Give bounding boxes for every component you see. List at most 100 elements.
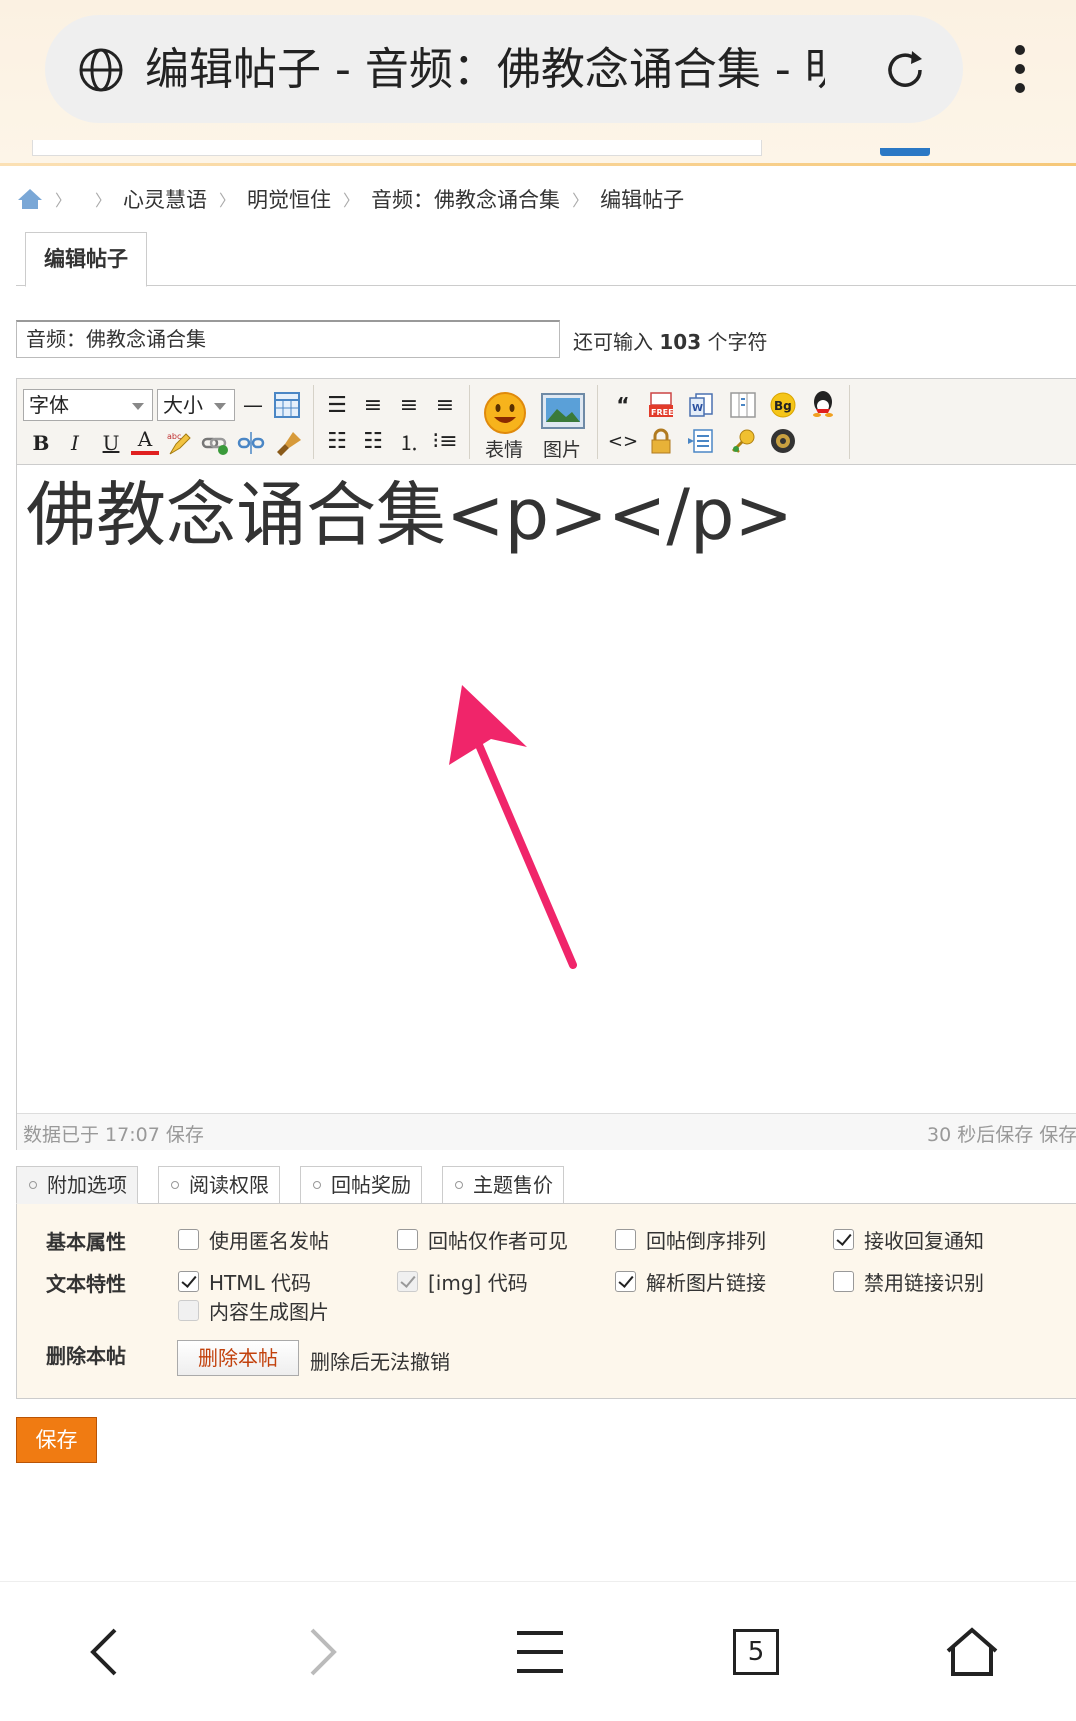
back-button[interactable] xyxy=(55,1602,155,1702)
parse-links-checkbox[interactable]: 解析图片链接 xyxy=(615,1267,766,1296)
tab-label: 阅读权限 xyxy=(189,1173,269,1197)
breadcrumb: 〉 〉 心灵慧语 〉 明觉恒住 〉 音频：佛教念诵合集 〉 编辑帖子 xyxy=(17,184,684,214)
more-menu-icon[interactable] xyxy=(1010,45,1030,95)
word-paste-icon[interactable]: W xyxy=(687,391,715,419)
smiley-icon[interactable] xyxy=(483,391,527,435)
editor-content-text[interactable]: 佛教念诵合集<p></p> xyxy=(26,473,793,557)
reverse-order-checkbox[interactable]: 回帖倒序排列 xyxy=(615,1225,766,1254)
align-right-icon[interactable]: ≡ xyxy=(431,391,459,419)
author-only-checkbox[interactable]: 回帖仅作者可见 xyxy=(397,1225,568,1254)
font-family-label: 字体 xyxy=(29,393,69,417)
delete-post-button[interactable]: 删除本帖 xyxy=(177,1340,299,1376)
generate-image-checkbox: 内容生成图片 xyxy=(178,1296,329,1325)
quote-icon[interactable]: “ xyxy=(609,391,637,419)
checkbox-box[interactable] xyxy=(178,1229,199,1250)
breadcrumb-item[interactable]: 编辑帖子 xyxy=(600,184,684,214)
checkbox-box[interactable] xyxy=(833,1229,854,1250)
image-icon[interactable] xyxy=(541,393,585,429)
html-code-checkbox[interactable]: HTML 代码 xyxy=(178,1267,311,1296)
clear-format-icon[interactable] xyxy=(275,429,303,457)
lock-icon[interactable] xyxy=(647,427,675,455)
tab-label: 主题售价 xyxy=(473,1173,553,1197)
columns-icon[interactable] xyxy=(729,391,757,419)
font-family-select[interactable]: 字体 xyxy=(23,389,153,421)
subject-input[interactable]: 音频：佛教念诵合集 xyxy=(16,320,560,358)
underline-icon[interactable]: U xyxy=(97,429,125,457)
ordered-list-icon[interactable]: ⒈ xyxy=(395,427,423,455)
toolbar-separator xyxy=(597,385,598,459)
char-remaining-prefix: 还可输入 xyxy=(573,330,660,354)
checkbox-label: 内容生成图片 xyxy=(209,1300,329,1324)
smiley-label[interactable]: 表情 xyxy=(485,435,523,462)
char-remaining-suffix: 个字符 xyxy=(701,330,768,354)
menu-button[interactable] xyxy=(490,1602,590,1702)
checkbox-label: [img] 代码 xyxy=(428,1271,528,1295)
svg-text:abc: abc xyxy=(167,432,181,441)
media-icon[interactable] xyxy=(769,427,797,455)
italic-icon[interactable]: I xyxy=(61,429,89,457)
unordered-list-icon[interactable]: ⁝≡ xyxy=(431,427,459,455)
tab-read-permission[interactable]: 阅读权限 xyxy=(158,1166,280,1204)
tab-thread-price[interactable]: 主题售价 xyxy=(442,1166,564,1204)
rich-text-editor: 字体 大小 — B I U A abc ☰ ≡ ≡ ≡ ☷ ☷ ⒈ ⁝≡ 表情 … xyxy=(16,378,1076,1150)
horizontal-rule-icon[interactable]: — xyxy=(239,391,267,419)
partially-hidden-search-button xyxy=(880,148,930,156)
image-label[interactable]: 图片 xyxy=(543,435,581,462)
code-icon[interactable]: <> xyxy=(608,427,638,455)
char-remaining: 还可输入 103 个字符 xyxy=(573,326,767,355)
tab-edit-post[interactable]: 编辑帖子 xyxy=(25,232,147,287)
char-remaining-count: 103 xyxy=(659,330,702,354)
float-left-icon[interactable]: ☷ xyxy=(323,427,351,455)
browser-top-bar: 编辑帖子 - 音频：佛教念诵合集 - 明 xyxy=(0,0,1076,166)
forward-button[interactable] xyxy=(272,1602,372,1702)
table-icon[interactable] xyxy=(273,391,301,419)
align-left-icon[interactable]: ≡ xyxy=(359,391,387,419)
disable-links-checkbox[interactable]: 禁用链接识别 xyxy=(833,1267,984,1296)
page-break-icon[interactable] xyxy=(687,427,715,455)
browser-bottom-nav: 5 xyxy=(0,1581,1076,1721)
option-tabs: 附加选项 阅读权限 回帖奖励 主题售价 xyxy=(16,1166,1076,1204)
partially-hidden-search-box xyxy=(32,140,762,156)
address-bar-title[interactable]: 编辑帖子 - 音频：佛教念诵合集 - 明 xyxy=(145,40,825,100)
checkbox-box xyxy=(397,1271,418,1292)
qq-icon[interactable] xyxy=(809,389,837,417)
tab-bullet-icon xyxy=(171,1181,179,1189)
tab-reply-reward[interactable]: 回帖奖励 xyxy=(300,1166,422,1204)
text-color-icon[interactable]: A xyxy=(131,427,159,455)
reload-icon[interactable] xyxy=(882,47,928,93)
anonymous-checkbox[interactable]: 使用匿名发帖 xyxy=(178,1225,329,1254)
home-button[interactable] xyxy=(922,1602,1022,1702)
link-icon[interactable] xyxy=(201,429,229,457)
checkbox-box[interactable] xyxy=(397,1229,418,1250)
font-size-select[interactable]: 大小 xyxy=(157,389,235,421)
background-color-icon[interactable]: Bg xyxy=(769,391,797,419)
breadcrumb-separator: 〉 xyxy=(219,191,236,210)
breadcrumb-item[interactable]: 心灵慧语 xyxy=(123,184,207,214)
autosave-countdown[interactable]: 30 秒后保存 保存 xyxy=(927,1120,1076,1147)
unlink-icon[interactable] xyxy=(237,429,265,457)
bold-icon[interactable]: B xyxy=(27,429,55,457)
home-icon[interactable] xyxy=(17,188,43,210)
autosave-status: 数据已于 17:07 保存 xyxy=(23,1124,204,1146)
checkbox-box[interactable] xyxy=(178,1271,199,1292)
key-icon[interactable] xyxy=(729,427,757,455)
tabs-button[interactable]: 5 xyxy=(706,1602,806,1702)
checkbox-box[interactable] xyxy=(833,1271,854,1292)
checkbox-box[interactable] xyxy=(615,1229,636,1250)
tab-bullet-icon xyxy=(29,1181,37,1189)
align-full-icon[interactable]: ☰ xyxy=(323,391,351,419)
float-right-icon[interactable]: ☷ xyxy=(359,427,387,455)
breadcrumb-item[interactable]: 明觉恒住 xyxy=(247,184,331,214)
tab-label: 回帖奖励 xyxy=(331,1173,411,1197)
checkbox-box[interactable] xyxy=(615,1271,636,1292)
save-button[interactable]: 保存 xyxy=(16,1417,97,1463)
tab-extra-options[interactable]: 附加选项 xyxy=(16,1166,138,1204)
editor-toolbar: 字体 大小 — B I U A abc ☰ ≡ ≡ ≡ ☷ ☷ ⒈ ⁝≡ 表情 … xyxy=(17,379,1076,465)
free-icon[interactable]: FREE xyxy=(647,391,675,419)
checkbox-box xyxy=(178,1300,199,1321)
breadcrumb-item[interactable]: 音频：佛教念诵合集 xyxy=(371,184,560,214)
receive-notice-checkbox[interactable]: 接收回复通知 xyxy=(833,1225,984,1254)
hamburger-icon xyxy=(517,1631,563,1673)
highlight-icon[interactable]: abc xyxy=(165,429,193,457)
align-center-icon[interactable]: ≡ xyxy=(395,391,423,419)
